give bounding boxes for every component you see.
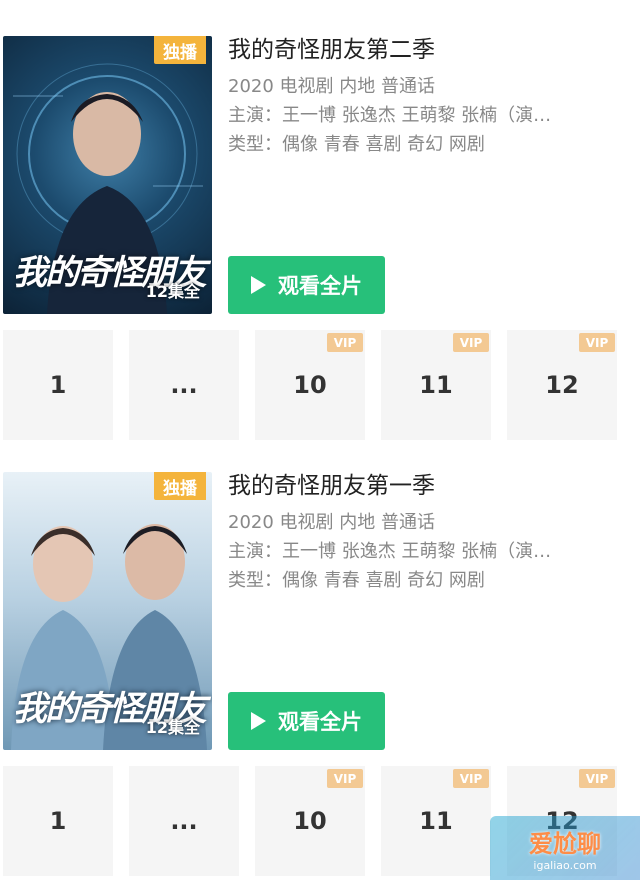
show-cast: 主演：王一博 张逸杰 王萌黎 张楠（演… (228, 105, 552, 126)
site-watermark: 爱尬聊 igaliao.com (490, 816, 640, 880)
poster-image[interactable]: 独播 我的奇怪朋友 12集全 (3, 472, 212, 750)
show-genre: 类型：偶像 青春 喜剧 奇幻 网剧 (228, 570, 485, 591)
episode-button[interactable]: VIP 12 (507, 330, 617, 440)
show-meta: 2020 电视剧 内地 普通话 (228, 76, 435, 97)
vip-badge: VIP (579, 769, 615, 788)
exclusive-badge: 独播 (154, 36, 206, 64)
episode-number: ... (170, 371, 198, 399)
show-info: 我的奇怪朋友第二季 2020 电视剧 内地 普通话 主演：王一博 张逸杰 王萌黎… (228, 36, 551, 159)
episode-number: 11 (419, 371, 453, 399)
watermark-logo-text: 爱尬聊 (529, 830, 601, 858)
episode-more-button[interactable]: ... (129, 766, 239, 876)
episode-number: ... (170, 807, 198, 835)
vip-badge: VIP (327, 333, 363, 352)
watch-button-label: 观看全片 (278, 274, 362, 298)
episode-button[interactable]: VIP 11 (381, 766, 491, 876)
show-title[interactable]: 我的奇怪朋友第二季 (228, 36, 551, 64)
vip-badge: VIP (453, 333, 489, 352)
vip-badge: VIP (453, 769, 489, 788)
watch-button-label: 观看全片 (278, 710, 362, 734)
show-cast: 主演：王一博 张逸杰 王萌黎 张楠（演… (228, 541, 552, 562)
episode-button[interactable]: 1 (3, 330, 113, 440)
episode-number: 10 (293, 807, 327, 835)
poster-image[interactable]: 独播 我的奇怪朋友 12集全 (3, 36, 212, 314)
exclusive-badge: 独播 (154, 472, 206, 500)
episode-button[interactable]: VIP 11 (381, 330, 491, 440)
episode-number: 1 (49, 371, 67, 399)
episode-number: 1 (49, 807, 67, 835)
episode-number: 10 (293, 371, 327, 399)
vip-badge: VIP (579, 333, 615, 352)
episode-button[interactable]: 1 (3, 766, 113, 876)
episode-button[interactable]: VIP 10 (255, 330, 365, 440)
episode-number: 12 (545, 371, 579, 399)
show-info: 我的奇怪朋友第一季 2020 电视剧 内地 普通话 主演：王一博 张逸杰 王萌黎… (228, 472, 551, 595)
show-title[interactable]: 我的奇怪朋友第一季 (228, 472, 551, 500)
play-icon (251, 276, 266, 294)
show-meta: 2020 电视剧 内地 普通话 (228, 512, 435, 533)
show-genre: 类型：偶像 青春 喜剧 奇幻 网剧 (228, 134, 485, 155)
poster-episodes-tag: 12集全 (145, 718, 200, 737)
watermark-url: igaliao.com (533, 859, 597, 872)
vip-badge: VIP (327, 769, 363, 788)
watch-full-button[interactable]: 观看全片 (228, 692, 385, 750)
episode-number: 11 (419, 807, 453, 835)
episode-more-button[interactable]: ... (129, 330, 239, 440)
play-icon (251, 712, 266, 730)
episode-list: 1 ... VIP 10 VIP 11 VIP 12 (3, 330, 617, 440)
watch-full-button[interactable]: 观看全片 (228, 256, 385, 314)
poster-episodes-tag: 12集全 (145, 282, 200, 301)
episode-button[interactable]: VIP 10 (255, 766, 365, 876)
